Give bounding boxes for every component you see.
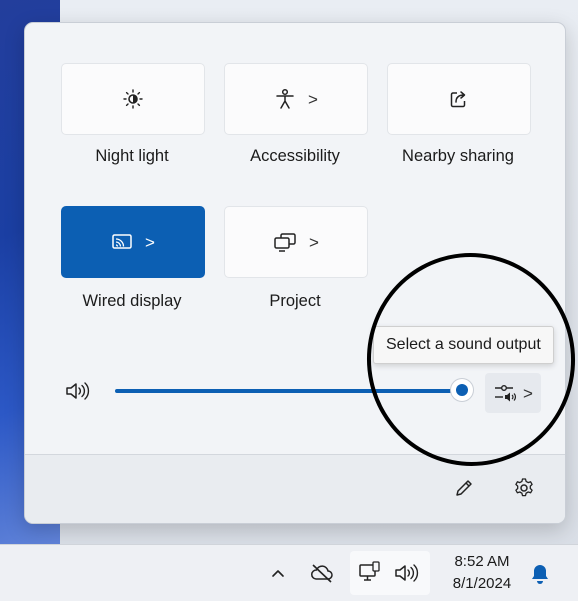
project-icon (274, 233, 296, 252)
taskbar-clock[interactable]: 8:52 AM 8/1/2024 (444, 551, 520, 595)
quick-settings-panel: Night light > Accessibility Nearby shari… (24, 22, 566, 524)
wired-display-chevron-icon[interactable]: > (145, 234, 155, 251)
share-icon (450, 91, 466, 108)
clock-time: 8:52 AM (454, 553, 510, 570)
notification-button[interactable] (528, 561, 552, 587)
accessibility-icon (276, 88, 294, 109)
quick-settings-tray-button[interactable] (350, 551, 430, 595)
volume-slider-thumb[interactable] (451, 379, 473, 401)
project-chevron-icon[interactable]: > (309, 234, 319, 251)
volume-slider-track[interactable] (115, 389, 463, 393)
sound-output-tooltip: Select a sound output (373, 326, 554, 364)
onedrive-button[interactable] (308, 560, 336, 586)
nearby-sharing-tile[interactable] (387, 63, 531, 135)
night-light-icon (123, 89, 143, 109)
clock-date: 8/1/2024 (452, 575, 512, 592)
gear-icon[interactable] (513, 477, 535, 499)
sound-output-chevron-icon: > (523, 383, 533, 403)
night-light-tile[interactable] (61, 63, 205, 135)
pencil-icon[interactable] (453, 477, 475, 499)
select-sound-output-button[interactable]: > (485, 373, 541, 413)
cloud-off-icon (311, 564, 333, 583)
project-tile[interactable]: > (224, 206, 368, 278)
chevron-up-icon (272, 570, 284, 577)
wired-display-label: Wired display (82, 292, 182, 310)
taskbar: 8:52 AM 8/1/2024 (0, 544, 578, 601)
network-icon (359, 561, 380, 581)
bell-icon (532, 565, 548, 584)
speaker-icon[interactable] (65, 381, 91, 401)
show-hidden-icons-button[interactable] (266, 561, 290, 585)
accessibility-chevron-icon[interactable]: > (308, 91, 318, 108)
sound-output-icon (495, 385, 517, 402)
wired-display-tile[interactable]: > (61, 206, 205, 278)
cast-icon (112, 234, 132, 249)
accessibility-tile[interactable]: > (224, 63, 368, 135)
night-light-label: Night light (95, 147, 169, 165)
accessibility-label: Accessibility (250, 147, 340, 165)
quick-settings-footer (25, 454, 565, 523)
speaker-icon (395, 564, 419, 582)
nearby-sharing-label: Nearby sharing (402, 147, 514, 165)
project-label: Project (269, 292, 321, 310)
